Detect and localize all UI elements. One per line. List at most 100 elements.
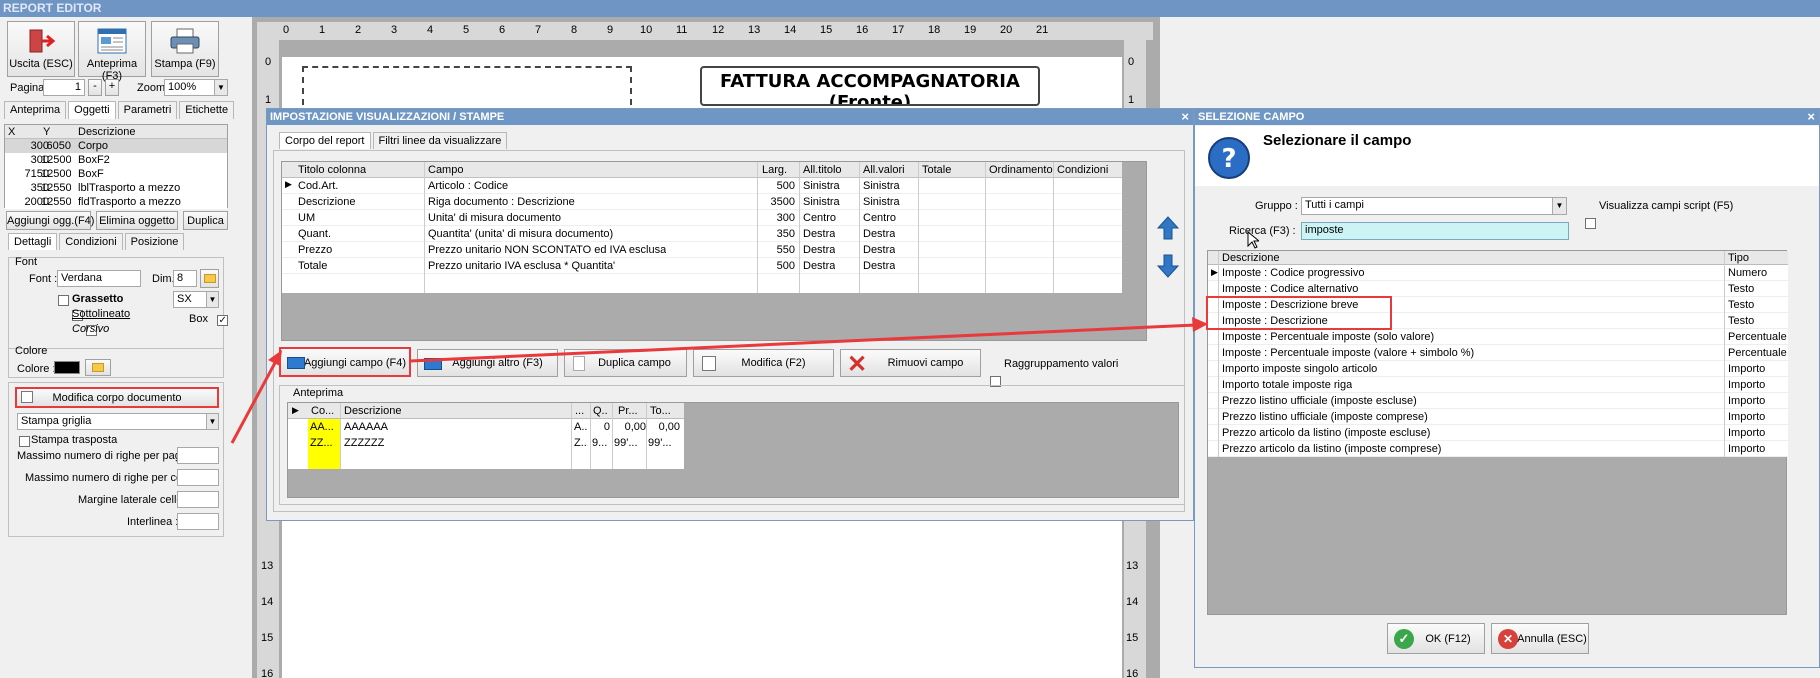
add-field-button[interactable]: Aggiungi campo (F4)	[279, 347, 411, 377]
ok-button[interactable]: ✓ OK (F12)	[1387, 623, 1485, 654]
move-up-button[interactable]	[1153, 215, 1183, 245]
close-icon[interactable]: ×	[1807, 109, 1815, 124]
dim-input[interactable]: 8	[173, 270, 197, 287]
max-rows-cell-input[interactable]	[177, 469, 219, 486]
settings-tabs: Corpo del report Filtri linee da visuali…	[279, 132, 508, 149]
search-input[interactable]: imposte	[1301, 222, 1569, 240]
checkmark-icon: ✓	[1394, 629, 1414, 649]
col-tipo: Tipo	[1728, 252, 1749, 264]
ruler-tick: 14	[261, 596, 274, 608]
tab-oggetti[interactable]: Oggetti	[68, 101, 116, 119]
edit-field-button[interactable]: Modifica (F2)	[693, 349, 834, 377]
zoom-select[interactable]: 100% ▼	[164, 79, 228, 96]
add-other-button[interactable]: Aggiungi altro (F3)	[417, 349, 558, 377]
table-row[interactable]: 300 12500 BoxF2	[5, 153, 227, 167]
field-select-title-bar: SELEZIONE CAMPO ×	[1195, 109, 1819, 125]
table-row[interactable]: 2000 12550 fldTrasporto a mezzo	[5, 195, 227, 209]
fields-table: Descrizione Tipo ▶ Imposte : Codice progr…	[1206, 250, 1788, 615]
table-row[interactable]: ZZ... ZZZZZZ Z... 9... 99'... 99'...	[288, 435, 684, 451]
page-plus-button[interactable]: +	[105, 79, 119, 96]
edit-body-button[interactable]: Modifica corpo documento	[15, 387, 219, 408]
close-icon[interactable]: ×	[1181, 109, 1189, 124]
invoice-title-box[interactable]: FATTURA ACCOMPAGNATORIA (Fronte)	[700, 66, 1040, 106]
body-group: Modifica corpo documento Stampa griglia ▼…	[8, 382, 224, 537]
table-row[interactable]: ▶ Cod.Art. Articolo : Codice 500 Sinistra Sin…	[282, 178, 1122, 194]
add-object-button[interactable]: Aggiungi ogg.(F4)	[6, 211, 94, 230]
preview-table: ▶ Co... Descrizione ... Q... Pr... To...…	[287, 402, 1179, 498]
duplicate-object-button[interactable]: Duplica	[183, 211, 228, 230]
page-input[interactable]: 1	[43, 79, 85, 96]
ruler-tick: 16	[261, 668, 274, 678]
cancel-button[interactable]: ✕ Annulla (ESC)	[1491, 623, 1589, 654]
margin-input[interactable]	[177, 491, 219, 508]
ruler-tick: 4	[427, 24, 434, 36]
table-row[interactable]: Importo imposte singolo articolo Importo	[1208, 361, 1788, 377]
table-row[interactable]: ▶ Imposte : Codice progressivo Numero	[1208, 265, 1788, 281]
exit-door-icon	[29, 29, 55, 53]
max-rows-page-label: Massimo numero di righe per pagina :	[17, 450, 202, 462]
interline-input[interactable]	[177, 513, 219, 530]
ruler-tick: 0	[265, 56, 272, 68]
margin-label: Margine laterale celle :	[78, 494, 189, 506]
table-row[interactable]: UM Unita' di misura documento 300 Centro Cen…	[282, 210, 1122, 226]
tab-dettagli[interactable]: Dettagli	[8, 233, 58, 250]
color-swatch[interactable]	[54, 361, 80, 374]
tab-posizione[interactable]: Posizione	[124, 233, 185, 250]
table-row[interactable]: Importo totale imposte riga Importo	[1208, 377, 1788, 393]
col-y: Y	[43, 126, 51, 138]
table-row[interactable]: Imposte : Codice alternativo Testo	[1208, 281, 1788, 297]
delete-object-button[interactable]: Elimina oggetto	[96, 211, 178, 230]
table-row[interactable]: Totale Prezzo unitario IVA esclusa * Quan…	[282, 258, 1122, 274]
tab-parametri[interactable]: Parametri	[117, 101, 178, 119]
table-row[interactable]: Prezzo articolo da listino (imposte comp…	[1208, 441, 1788, 457]
preview-button[interactable]: Anteprima (F3)	[78, 21, 146, 82]
exit-button[interactable]: Uscita (ESC)	[7, 21, 75, 77]
edit-icon	[21, 391, 33, 403]
ruler-tick: 2	[355, 24, 362, 36]
question-icon: ?	[1208, 137, 1250, 179]
table-row[interactable]: 350 12550 lblTrasporto a mezzo	[5, 181, 227, 195]
field-select-heading: Selezionare il campo	[1263, 132, 1412, 149]
table-row[interactable]: Prezzo articolo da listino (imposte escl…	[1208, 425, 1788, 441]
ruler-tick: 15	[1126, 632, 1139, 644]
group-select[interactable]: Tutti i campi ▼	[1301, 197, 1567, 215]
tab-etichette[interactable]: Etichette	[179, 101, 235, 119]
preview-icon	[97, 28, 127, 54]
transpose-checkbox[interactable]	[19, 435, 30, 447]
preview-table-header: ▶ Co... Descrizione ... Q... Pr... To...	[288, 403, 684, 419]
table-row[interactable]: Descrizione Riga documento : Descrizione 3…	[282, 194, 1122, 210]
script-fields-checkbox[interactable]	[1585, 217, 1596, 229]
table-row[interactable]: 7150 12500 BoxF	[5, 167, 227, 181]
table-row[interactable]: Imposte : Percentuale imposte (solo valo…	[1208, 329, 1788, 345]
duplicate-field-button[interactable]: Duplica campo	[564, 349, 687, 377]
ruler-tick: 16	[856, 24, 869, 36]
box-checkbox[interactable]: ✓	[217, 314, 229, 326]
table-row[interactable]: AA... AAAAAA A... 0 0,00 0,00	[288, 419, 684, 435]
max-rows-page-input[interactable]	[177, 447, 219, 464]
ruler-tick: 13	[261, 560, 274, 572]
page-minus-button[interactable]: -	[88, 79, 102, 96]
table-row[interactable]: 300 6050 Corpo	[5, 139, 227, 153]
tab-anteprima[interactable]: Anteprima	[4, 101, 67, 119]
table-row[interactable]: Prezzo listino ufficiale (imposte compre…	[1208, 409, 1788, 425]
tab-report-body[interactable]: Corpo del report	[279, 132, 371, 149]
columns-rows: ▶ Cod.Art. Articolo : Codice 500 Sinistra Sin…	[282, 162, 1122, 293]
bold-checkbox[interactable]	[58, 294, 69, 306]
page-label: Pagina	[10, 82, 45, 94]
table-row[interactable]: Quant. Quantita' (unita' di misura docume…	[282, 226, 1122, 242]
add-other-icon	[424, 358, 442, 370]
font-folder-button[interactable]	[200, 269, 219, 288]
grid-select[interactable]: Stampa griglia ▼	[17, 413, 219, 430]
table-row[interactable]: Imposte : Percentuale imposte (valore + …	[1208, 345, 1788, 361]
color-folder-button[interactable]	[85, 359, 111, 376]
chevron-down-icon: ▼	[1552, 198, 1566, 214]
remove-field-button[interactable]: ✕ Rimuovi campo	[840, 349, 981, 378]
move-down-button[interactable]	[1153, 253, 1183, 283]
print-button[interactable]: Stampa (F9)	[151, 21, 219, 77]
tab-line-filters[interactable]: Filtri linee da visualizzare	[372, 132, 508, 149]
align-select[interactable]: SX ▼	[173, 291, 219, 308]
table-row[interactable]: Prezzo Prezzo unitario NON SCONTATO ed IV…	[282, 242, 1122, 258]
tab-condizioni[interactable]: Condizioni	[59, 233, 123, 250]
table-row[interactable]: Prezzo listino ufficiale (imposte esclus…	[1208, 393, 1788, 409]
font-input[interactable]: Verdana	[57, 270, 141, 287]
